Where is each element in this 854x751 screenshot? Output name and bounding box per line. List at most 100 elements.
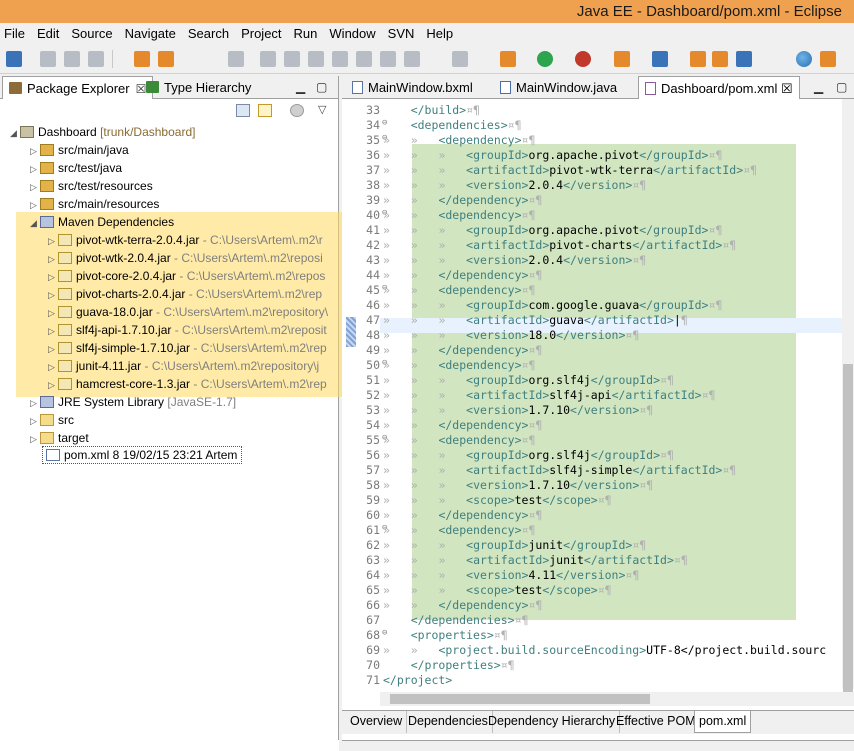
- tree-jar[interactable]: ▷ pivot-core-2.0.4.jar - C:\Users\Artem\.…: [48, 267, 325, 285]
- use-step-filters-icon[interactable]: [452, 51, 468, 67]
- tree-jar[interactable]: ▷ hamcrest-core-1.3.jar - C:\Users\Artem\…: [48, 375, 327, 393]
- save-icon[interactable]: [40, 51, 56, 67]
- run-icon[interactable]: [537, 51, 553, 67]
- menu-window[interactable]: Window: [329, 26, 375, 41]
- horizontal-scroll-thumb[interactable]: [390, 694, 650, 704]
- tab-dependencies[interactable]: Dependencies: [404, 711, 493, 733]
- disconnect-icon[interactable]: [332, 51, 348, 67]
- expand-icon[interactable]: ▷: [30, 142, 40, 160]
- expand-icon[interactable]: ▷: [48, 232, 58, 250]
- save-all-icon[interactable]: [64, 51, 80, 67]
- expand-icon[interactable]: ▷: [48, 322, 58, 340]
- package-explorer-icon: [9, 82, 22, 94]
- expand-icon[interactable]: ▷: [48, 268, 58, 286]
- debug-icon[interactable]: [500, 51, 516, 67]
- expand-icon[interactable]: ▷: [30, 160, 40, 178]
- horizontal-scrollbar[interactable]: [380, 692, 854, 706]
- open-folder-icon[interactable]: [690, 51, 706, 67]
- collapse-icon[interactable]: ◢: [30, 214, 40, 232]
- tree-folder-src[interactable]: ▷ src: [30, 411, 74, 429]
- menu-project[interactable]: Project: [241, 26, 281, 41]
- menu-help[interactable]: Help: [426, 26, 453, 41]
- line-number: 51: [366, 373, 380, 387]
- suspend-icon[interactable]: [284, 51, 300, 67]
- expand-icon[interactable]: ▷: [48, 358, 58, 376]
- step-over-icon[interactable]: [380, 51, 396, 67]
- external-tools-icon[interactable]: [614, 51, 630, 67]
- minimize-icon[interactable]: ▁: [296, 80, 305, 94]
- skip-breakpoints-icon[interactable]: [228, 51, 244, 67]
- expand-icon[interactable]: ▷: [30, 394, 40, 412]
- tab-mainwindow-java[interactable]: MainWindow.java: [494, 76, 623, 99]
- vertical-scroll-thumb[interactable]: [843, 364, 853, 694]
- tab-dependency-hierarchy[interactable]: Dependency Hierarchy: [484, 711, 621, 733]
- coverage-icon[interactable]: [575, 51, 591, 67]
- menu-file[interactable]: File: [4, 26, 25, 41]
- link-with-editor-icon[interactable]: [258, 104, 272, 117]
- folder-label: src/test/java: [58, 161, 123, 175]
- tree-pom-file[interactable]: pom.xml 8 19/02/15 23:21 Artem: [46, 446, 237, 464]
- menu-run[interactable]: Run: [294, 26, 318, 41]
- xml-source-editor[interactable]: 33 </build>¤¶ 34 ⊖ <dependencies>¤¶ 35 ⊖» » …: [342, 99, 842, 689]
- edit-icon[interactable]: [820, 51, 836, 67]
- print-icon[interactable]: [88, 51, 104, 67]
- menu-svn[interactable]: SVN: [388, 26, 415, 41]
- tree-project-dashboard[interactable]: ◢ Dashboard [trunk/Dashboard]: [10, 123, 195, 141]
- open-file-icon[interactable]: [712, 51, 728, 67]
- expand-icon[interactable]: ▷: [48, 304, 58, 322]
- expand-icon[interactable]: ▷: [30, 178, 40, 196]
- tree-jar[interactable]: ▷ junit-4.11.jar - C:\Users\Artem\.m2\rep…: [48, 357, 319, 375]
- tree-folder[interactable]: ▷ src/main/java: [30, 141, 129, 159]
- globe-icon[interactable]: [796, 51, 812, 67]
- collapse-icon[interactable]: ◢: [10, 124, 20, 142]
- tree-folder[interactable]: ▷ src/test/resources: [30, 177, 153, 195]
- tree-jar[interactable]: ▷ slf4j-api-1.7.10.jar - C:\Users\Artem\.…: [48, 321, 327, 339]
- expand-icon[interactable]: ▷: [48, 286, 58, 304]
- tab-pom-source[interactable]: pom.xml: [694, 711, 752, 733]
- tree-maven-dependencies[interactable]: ◢ Maven Dependencies: [30, 213, 174, 231]
- tab-mainwindow-bxml[interactable]: MainWindow.bxml: [346, 76, 479, 99]
- tree-jar[interactable]: ▷ pivot-wtk-terra-2.0.4.jar - C:\Users\Ar…: [48, 231, 323, 249]
- tree-jar[interactable]: ▷ pivot-wtk-2.0.4.jar - C:\Users\Artem\.m…: [48, 249, 323, 267]
- open-task-icon[interactable]: [158, 51, 174, 67]
- tree-folder[interactable]: ▷ src/test/java: [30, 159, 122, 177]
- vertical-scrollbar[interactable]: [842, 99, 854, 694]
- menu-edit[interactable]: Edit: [37, 26, 59, 41]
- menu-navigate[interactable]: Navigate: [125, 26, 176, 41]
- focus-icon[interactable]: [290, 104, 304, 117]
- step-into-icon[interactable]: [356, 51, 372, 67]
- minimize-icon[interactable]: ▁: [814, 80, 823, 94]
- menu-source[interactable]: Source: [71, 26, 112, 41]
- tree-folder[interactable]: ▷ src/main/resources: [30, 195, 159, 213]
- close-icon[interactable]: ☒: [781, 81, 793, 96]
- resume-icon[interactable]: [260, 51, 276, 67]
- maximize-icon[interactable]: ▢: [316, 80, 327, 94]
- tree-jar[interactable]: ▷ guava-18.0.jar - C:\Users\Artem\.m2\rep…: [48, 303, 328, 321]
- tab-pom-xml[interactable]: Dashboard/pom.xml ☒: [638, 76, 800, 99]
- expand-icon[interactable]: ▷: [48, 376, 58, 394]
- expand-icon[interactable]: ▷: [30, 196, 40, 214]
- tree-jar[interactable]: ▷ pivot-charts-2.0.4.jar - C:\Users\Artem…: [48, 285, 322, 303]
- expand-icon[interactable]: ▷: [30, 430, 40, 448]
- tab-overview[interactable]: Overview: [346, 711, 408, 733]
- collapse-all-icon[interactable]: [236, 104, 250, 117]
- view-menu-icon[interactable]: ▽: [318, 103, 326, 116]
- terminate-icon[interactable]: [308, 51, 324, 67]
- expand-icon[interactable]: ▷: [30, 412, 40, 430]
- tab-type-hierarchy[interactable]: Type Hierarchy: [140, 76, 257, 99]
- expand-icon[interactable]: ▷: [48, 250, 58, 268]
- new-server-icon[interactable]: [652, 51, 668, 67]
- expand-icon[interactable]: ▷: [48, 340, 58, 358]
- tab-package-explorer[interactable]: Package Explorer ☒: [2, 76, 154, 99]
- open-type-icon[interactable]: [134, 51, 150, 67]
- maximize-icon[interactable]: ▢: [836, 80, 847, 94]
- search-icon[interactable]: [736, 51, 752, 67]
- tab-effective-pom[interactable]: Effective POM: [612, 711, 701, 733]
- menu-search[interactable]: Search: [188, 26, 229, 41]
- step-return-icon[interactable]: [404, 51, 420, 67]
- new-icon[interactable]: [6, 51, 22, 67]
- code-line: » » » <artifactId>junit</artifactId>¤¶: [383, 553, 688, 567]
- tree-jre-library[interactable]: ▷ JRE System Library [JavaSE-1.7]: [30, 393, 236, 411]
- tree-folder-target[interactable]: ▷ target: [30, 429, 89, 447]
- tree-jar[interactable]: ▷ slf4j-simple-1.7.10.jar - C:\Users\Arte…: [48, 339, 327, 357]
